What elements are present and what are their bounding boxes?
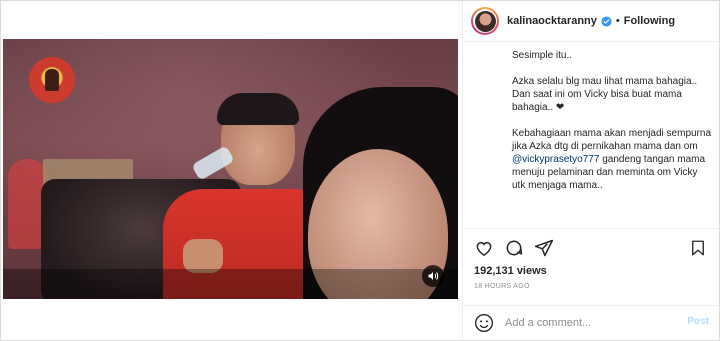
action-icons-row bbox=[473, 237, 709, 259]
share-button[interactable] bbox=[533, 237, 555, 259]
media-panel bbox=[1, 1, 463, 340]
heart-icon bbox=[476, 241, 492, 256]
share-icon bbox=[534, 239, 554, 257]
post-actions: 192,131 views 18 HOURS AGO Post bbox=[463, 228, 719, 339]
caption-paragraph-3: Kebahagiaan mama akan menjadi sempurna j… bbox=[512, 127, 712, 192]
save-button[interactable] bbox=[687, 237, 709, 259]
post-timestamp[interactable]: 18 HOURS AGO bbox=[474, 283, 530, 290]
post-comment-button[interactable]: Post bbox=[687, 316, 709, 327]
comment-button[interactable] bbox=[503, 237, 525, 259]
mention-link[interactable]: @vickyprasetyo777 bbox=[512, 154, 599, 165]
verified-icon bbox=[601, 15, 612, 27]
instagram-post: kalinaocktaranny • Following Sesimple it… bbox=[0, 0, 720, 341]
comment-icon bbox=[506, 240, 523, 256]
post-caption: Sesimple itu.. Azka selalu blg mau lihat… bbox=[512, 49, 712, 192]
video-player[interactable] bbox=[3, 39, 458, 299]
sound-icon bbox=[428, 272, 439, 280]
watermark-logo-icon bbox=[29, 57, 75, 103]
avatar-ring bbox=[473, 9, 497, 33]
view-count[interactable]: 192,131 views bbox=[474, 265, 547, 277]
comment-bar: Post bbox=[463, 305, 719, 340]
header-separator: • bbox=[615, 15, 620, 27]
post-header: kalinaocktaranny • Following bbox=[463, 1, 719, 42]
video-thumbs-up-hand bbox=[183, 239, 223, 273]
sound-toggle-button[interactable] bbox=[422, 265, 444, 287]
video-man-hair bbox=[217, 93, 299, 125]
avatar-image bbox=[474, 10, 496, 32]
caption-text-before-mention: Kebahagiaan mama akan menjadi sempurna j… bbox=[512, 128, 712, 152]
comment-input[interactable] bbox=[505, 314, 665, 332]
caption-paragraph-2: Azka selalu blg mau lihat mama bahagia..… bbox=[512, 76, 698, 113]
like-button[interactable] bbox=[473, 237, 495, 259]
bookmark-icon bbox=[692, 240, 704, 256]
username-link[interactable]: kalinaocktaranny bbox=[507, 15, 597, 27]
following-button[interactable]: Following bbox=[624, 15, 675, 27]
caption-line-1: Sesimple itu.. bbox=[512, 50, 573, 61]
avatar[interactable] bbox=[471, 7, 499, 35]
emoji-button[interactable] bbox=[474, 313, 494, 333]
post-sidebar: kalinaocktaranny • Following Sesimple it… bbox=[463, 1, 719, 340]
emoji-icon bbox=[475, 314, 493, 332]
video-floor-shadow bbox=[3, 269, 458, 299]
